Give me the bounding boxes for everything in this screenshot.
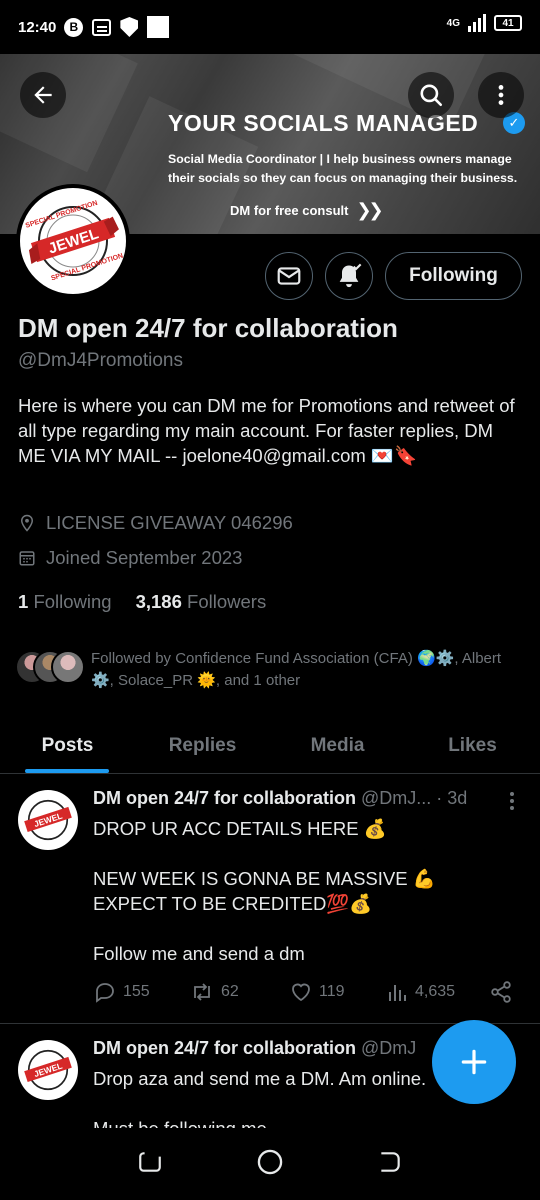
status-time: 12:40 — [18, 18, 57, 36]
search-icon — [420, 84, 443, 107]
profile-handle: @DmJ4Promotions — [18, 350, 183, 371]
post-header: DM open 24/7 for collaboration @DmJ — [93, 1038, 416, 1059]
banner-subtitle: Social Media Coordinator | I help busine… — [168, 152, 518, 185]
post-header: DM open 24/7 for collaboration @DmJ... ·… — [93, 788, 467, 809]
follow-counts: 1 Following 3,186 Followers — [18, 591, 266, 613]
plus-icon — [461, 1049, 487, 1075]
tab-replies[interactable]: Replies — [135, 718, 270, 773]
home-button[interactable] — [256, 1148, 284, 1181]
following-button[interactable]: Following — [385, 252, 522, 300]
followers-count: 3,186 — [135, 591, 182, 612]
post-more-button[interactable] — [510, 792, 514, 813]
recent-apps-button[interactable] — [137, 1149, 163, 1180]
battery-icon: 41 — [494, 15, 522, 31]
display-name: DM open 24/7 for collaboration — [18, 313, 398, 343]
post-meta: @DmJ — [361, 1038, 417, 1058]
back-nav-icon — [381, 1151, 401, 1172]
logo-bottom-text: SPECIAL PROMOTION — [50, 252, 124, 282]
message-notification-icon — [92, 18, 112, 36]
tab-likes[interactable]: Likes — [405, 718, 540, 773]
repost-icon — [194, 983, 210, 1001]
post-author-name[interactable]: DM open 24/7 for collaboration — [93, 788, 356, 809]
post[interactable]: JEWEL DM open 24/7 for collaboration @Dm… — [0, 774, 540, 1024]
post-meta: @DmJ... · 3d — [361, 788, 468, 808]
profile-avatar[interactable]: JEWEL SPECIAL PROMOTION SPECIAL PROMOTIO… — [16, 184, 130, 298]
joined-text: Joined September 2023 — [46, 547, 243, 568]
like-button[interactable]: 119 — [289, 980, 385, 1004]
shield-notification-icon — [120, 17, 139, 37]
more-options-button[interactable] — [478, 72, 524, 118]
banner-cta-text: DM for free consult — [230, 203, 349, 218]
views-button[interactable]: 4,635 — [385, 980, 489, 1004]
profile-joined: Joined September 2023 — [18, 547, 242, 569]
location-text: LICENSE GIVEAWAY 046296 — [46, 512, 293, 533]
arrow-left-icon — [34, 86, 52, 104]
post-text: DROP UR ACC DETAILS HERE 💰 NEW WEEK IS G… — [93, 818, 436, 964]
back-button[interactable] — [20, 72, 66, 118]
views-chart-icon — [389, 985, 406, 1001]
b-notification-icon: B — [64, 17, 84, 37]
signal-icon — [468, 14, 486, 32]
followers-count-link[interactable]: 3,186 Followers — [136, 591, 267, 613]
app-notification-icon — [147, 16, 170, 38]
post-avatar[interactable]: JEWEL — [18, 1040, 78, 1100]
followers-label: Followers — [187, 591, 267, 612]
banner-cta: DM for free consult ❯❯ — [230, 200, 384, 221]
post-actions: 155 62 119 4,635 — [93, 980, 513, 1004]
bell-check-icon — [339, 263, 362, 288]
mutual-avatars — [15, 648, 87, 686]
following-label: Following — [33, 591, 112, 612]
avatar — [51, 650, 85, 684]
repost-button[interactable]: 62 — [189, 980, 289, 1004]
views-count: 4,635 — [415, 983, 456, 1000]
status-bar: 12:40 B 4G 41 — [0, 0, 540, 54]
profile-location: LICENSE GIVEAWAY 046296 — [18, 512, 293, 534]
share-button[interactable] — [489, 980, 513, 1004]
notifications-button[interactable] — [325, 252, 373, 300]
tab-media[interactable]: Media — [270, 718, 405, 773]
network-type-icon: 4G — [446, 17, 460, 29]
back-nav-button[interactable] — [377, 1149, 403, 1180]
home-circle-icon — [257, 1149, 283, 1174]
message-button[interactable] — [265, 252, 313, 300]
jewel-logo-icon: JEWEL SPECIAL PROMOTION SPECIAL PROMOTIO… — [25, 200, 124, 283]
tab-posts[interactable]: Posts — [0, 718, 135, 773]
reply-icon — [96, 983, 114, 1003]
vertical-dots-icon — [498, 85, 504, 105]
profile-bio: Here is where you can DM me for Promotio… — [18, 395, 515, 466]
following-count-link[interactable]: 1 Following — [18, 591, 112, 613]
heart-icon — [292, 983, 310, 1002]
recent-apps-icon — [138, 1151, 161, 1172]
like-count: 119 — [319, 983, 345, 1000]
profile-tabs: Posts Replies Media Likes — [0, 718, 540, 774]
followed-by-text: Followed by Confidence Fund Association … — [91, 650, 502, 689]
system-navigation-bar — [0, 1128, 540, 1200]
search-button[interactable] — [408, 72, 454, 118]
followed-by[interactable]: Followed by Confidence Fund Association … — [15, 648, 511, 692]
share-icon — [491, 981, 511, 1003]
logo-main-text: JEWEL — [33, 1061, 64, 1080]
calendar-icon — [19, 551, 35, 566]
mail-icon — [277, 267, 301, 285]
location-pin-icon — [20, 514, 34, 532]
double-chevron-icon: ❯❯ — [356, 200, 383, 220]
compose-post-button[interactable] — [432, 1020, 516, 1104]
reply-button[interactable]: 155 — [93, 980, 189, 1004]
battery-level: 41 — [502, 17, 514, 29]
post-avatar[interactable]: JEWEL — [18, 790, 78, 850]
repost-count: 62 — [221, 983, 239, 1000]
jewel-logo-icon: JEWEL — [24, 1049, 72, 1091]
reply-count: 155 — [123, 983, 150, 1000]
following-count: 1 — [18, 591, 29, 612]
logo-main-text: JEWEL — [33, 811, 64, 830]
post-author-name[interactable]: DM open 24/7 for collaboration — [93, 1038, 356, 1059]
jewel-logo-icon: JEWEL — [24, 799, 72, 841]
